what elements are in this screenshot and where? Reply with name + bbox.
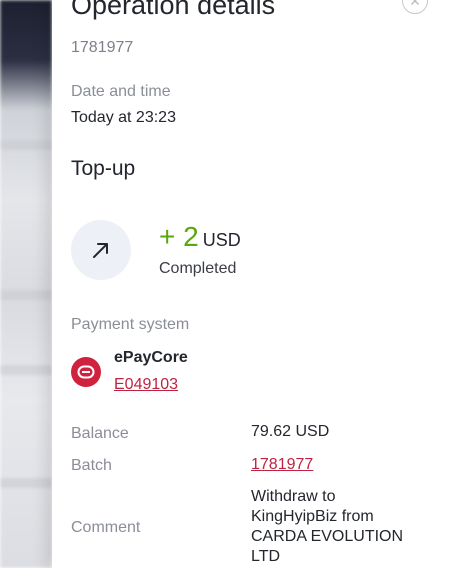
status-text: Completed xyxy=(159,260,237,277)
page-backdrop xyxy=(0,0,52,568)
date-value: Today at 23:23 xyxy=(71,109,176,126)
backdrop-row xyxy=(0,478,52,488)
comment-value: Withdraw to KingHyipBiz from CARDA EVOLU… xyxy=(251,488,404,565)
close-icon: ✕ xyxy=(409,0,421,9)
backdrop-row xyxy=(0,365,52,375)
batch-link[interactable]: 1781977 xyxy=(251,456,313,474)
direction-badge xyxy=(71,220,131,280)
backdrop-row xyxy=(0,140,52,150)
operation-id: 1781977 xyxy=(71,39,134,56)
balance-value: 79.62 USD xyxy=(251,423,330,440)
batch-label: Batch xyxy=(71,457,112,474)
amount-currency: USD xyxy=(202,230,241,250)
operation-type: Top-up xyxy=(71,157,136,180)
payment-system-name: ePayCore xyxy=(114,349,188,366)
amount-value: + 2 xyxy=(159,221,199,252)
page-title: Operation details xyxy=(71,0,276,20)
payment-system-label: Payment system xyxy=(71,316,190,333)
epaycore-logo-icon xyxy=(71,357,101,387)
backdrop-row xyxy=(0,290,52,300)
close-button[interactable]: ✕ xyxy=(402,0,428,14)
balance-label: Balance xyxy=(71,425,129,442)
date-label: Date and time xyxy=(71,83,171,100)
comment-label: Comment xyxy=(71,519,141,536)
arrow-up-right-icon xyxy=(93,243,108,258)
amount: + 2 USD xyxy=(159,221,241,253)
payment-account-link[interactable]: E049103 xyxy=(114,376,178,394)
operation-details-panel: Operation details ✕ 1781977 Date and tim… xyxy=(52,0,450,568)
